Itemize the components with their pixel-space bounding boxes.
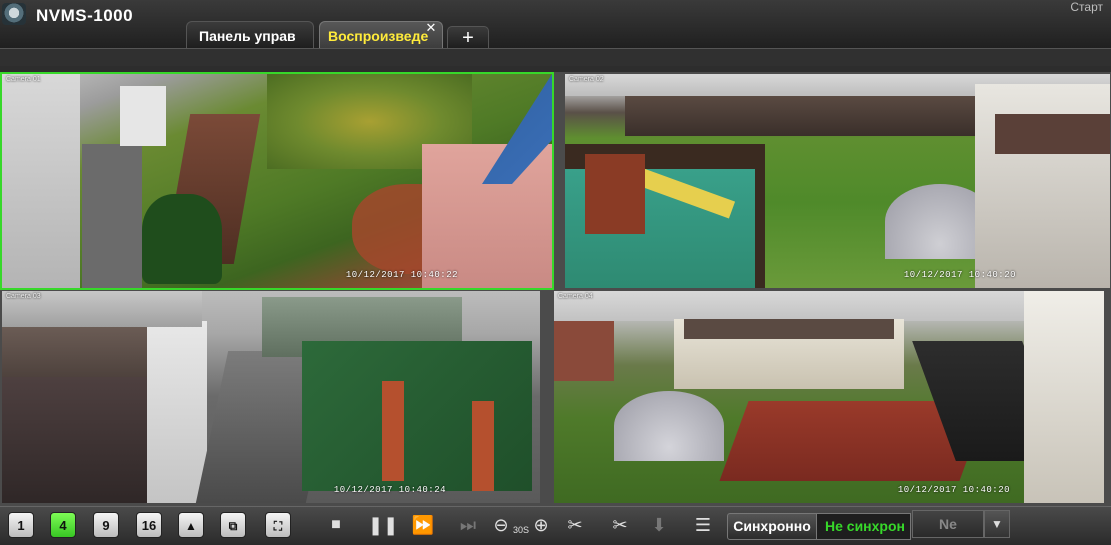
clip-end-icon[interactable]: ✂ (605, 514, 635, 536)
zoom-out-icon[interactable]: ⊖ (491, 514, 511, 536)
camera-label: Camera 02 (569, 76, 604, 83)
layout-4-button[interactable]: 4 (50, 512, 76, 538)
camera-tile-1[interactable]: Camera 01 10/12/2017 10:40:22 (0, 72, 554, 290)
playback-speed: 30S (512, 525, 529, 535)
sync-button[interactable]: Синхронно (727, 513, 817, 540)
layout-16-button[interactable]: 16 (136, 512, 162, 538)
chevron-down-icon[interactable]: ▼ (984, 510, 1010, 538)
download-icon[interactable]: ⬇ (648, 514, 670, 536)
fast-forward-icon[interactable]: ⏩ (410, 514, 436, 536)
camera-timestamp: 10/12/2017 10:40:20 (903, 270, 1016, 280)
clip-start-icon[interactable]: ✂ (560, 514, 590, 536)
camera-label: Camera 04 (558, 293, 593, 300)
zoom-in-icon[interactable]: ⊕ (531, 514, 551, 536)
layout-9-button[interactable]: 9 (93, 512, 119, 538)
step-forward-icon[interactable]: ⏭ (455, 514, 481, 536)
fullscreen-icon[interactable]: ⛶ (265, 512, 291, 538)
camera-logo-icon (2, 3, 26, 25)
grid-divider (0, 66, 1111, 72)
previous-page-icon[interactable]: ▲ (178, 512, 204, 538)
camera-tile-3[interactable]: Camera 03 10/12/2017 10:40:24 (2, 291, 540, 503)
pause-icon[interactable]: ❚❚ (368, 514, 398, 536)
async-button[interactable]: Не синхрон (817, 513, 911, 540)
start-button[interactable]: Старт (1070, 0, 1103, 14)
title-bar (0, 0, 1111, 48)
camera-label: Camera 03 (6, 293, 41, 300)
camera-tile-4[interactable]: Camera 04 10/12/2017 10:40:20 (554, 291, 1104, 503)
tab-control-panel[interactable]: Панель управ (186, 21, 314, 48)
close-icon[interactable]: ✕ (424, 21, 438, 35)
app-title: NVMS-1000 (36, 6, 134, 25)
plus-icon[interactable]: + (447, 26, 489, 49)
layout-1-button[interactable]: 1 (8, 512, 34, 538)
camera-timestamp: 10/12/2017 10:40:24 (333, 485, 446, 495)
toolbar-strip (0, 48, 1111, 67)
dropdown-field[interactable]: Ne (912, 510, 984, 538)
camera-tile-2[interactable]: Camera 02 10/12/2017 10:40:20 (565, 74, 1110, 288)
list-icon[interactable]: ☰ (690, 514, 716, 536)
camera-label: Camera 01 (6, 76, 41, 83)
close-all-channels-icon[interactable]: ⧉ (220, 512, 246, 538)
stop-icon[interactable]: ■ (325, 514, 347, 536)
camera-timestamp: 10/12/2017 10:40:20 (897, 485, 1010, 495)
camera-timestamp: 10/12/2017 10:40:22 (345, 270, 458, 280)
